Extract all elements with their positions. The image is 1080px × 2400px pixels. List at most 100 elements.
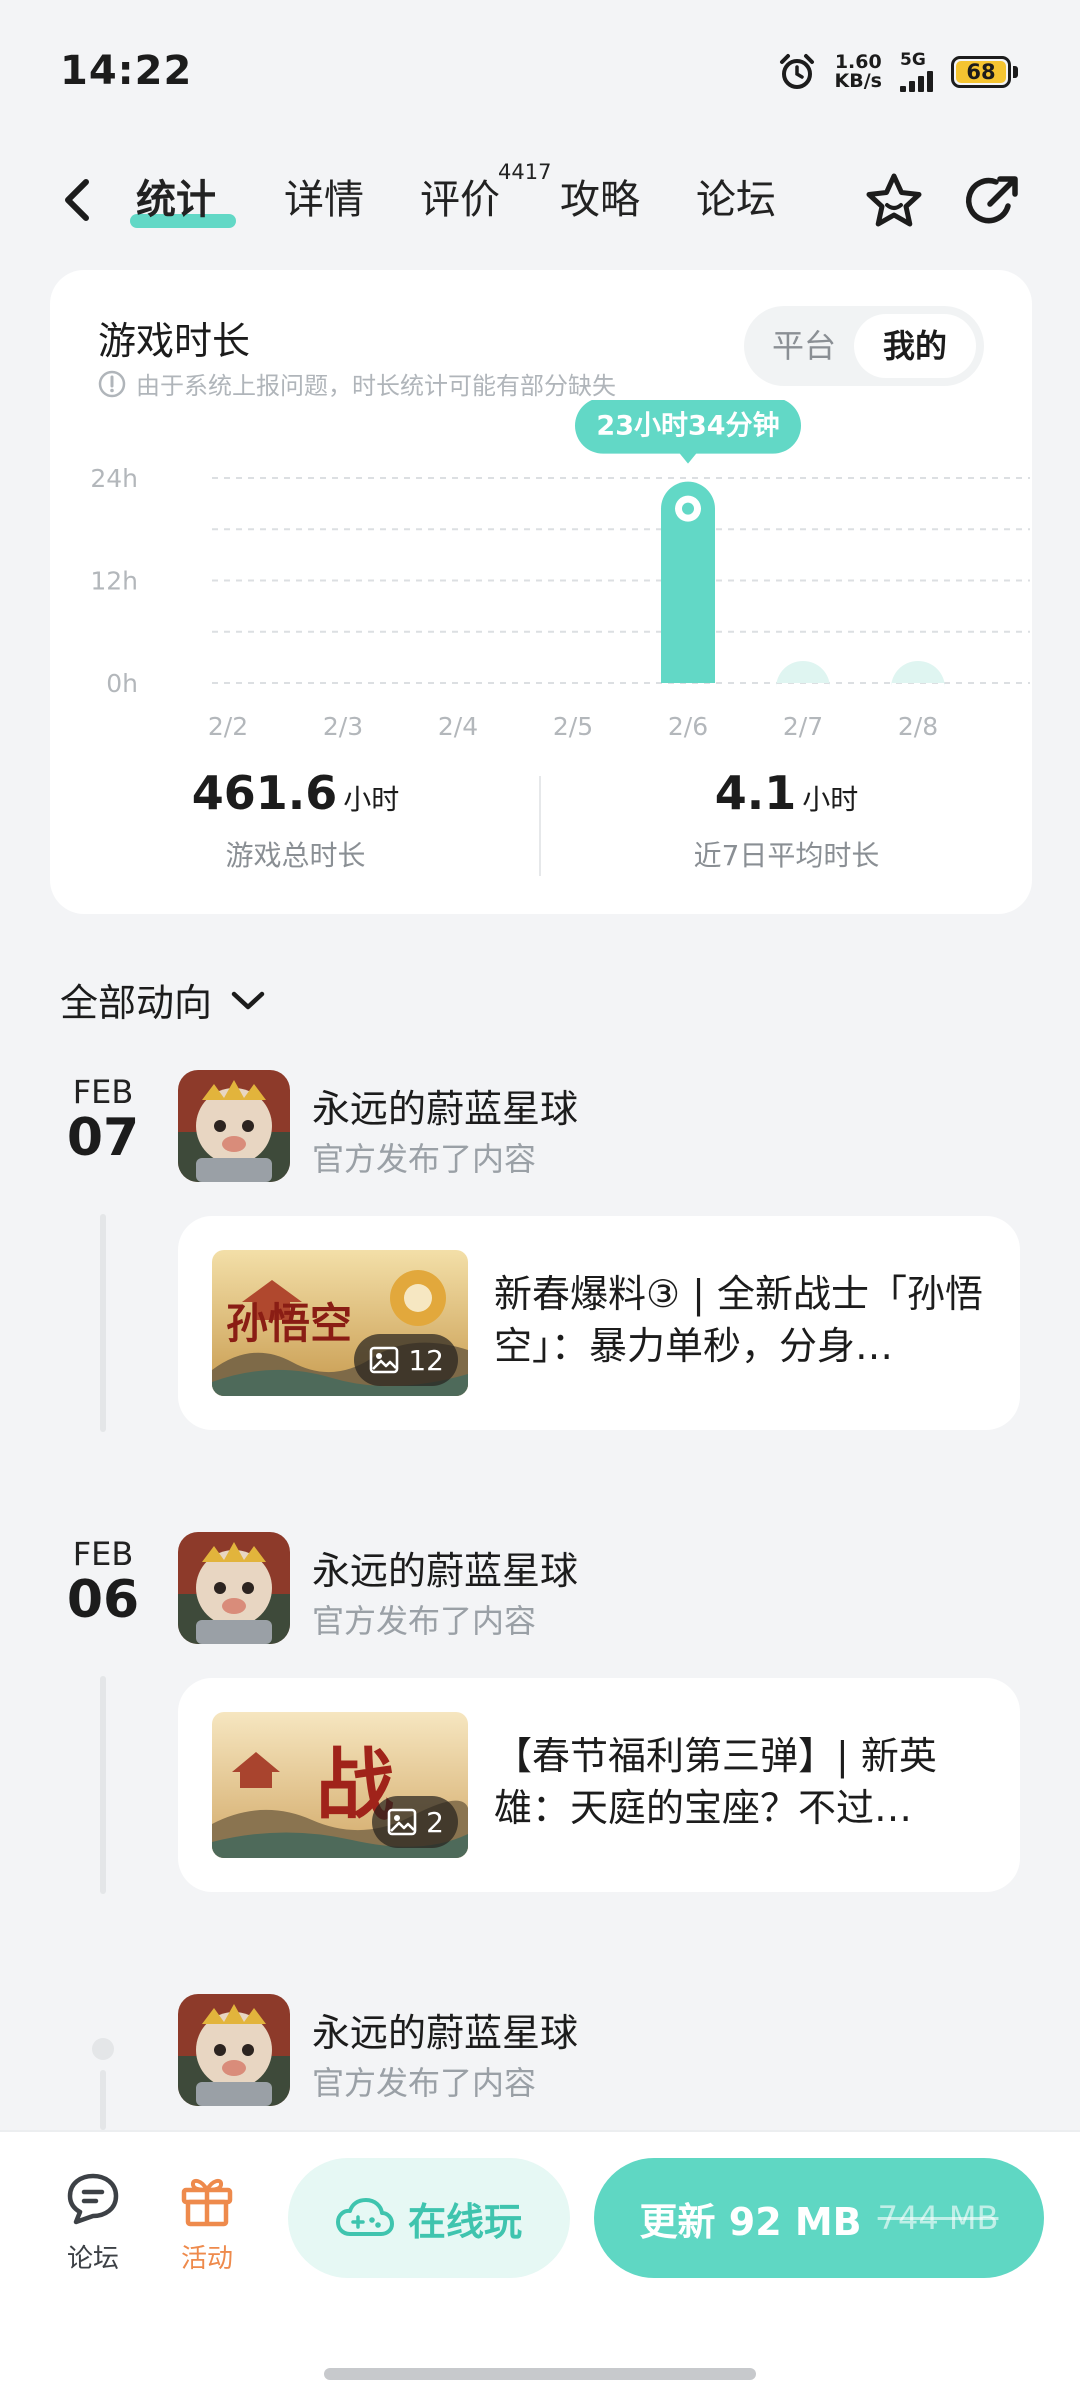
timeline-dot — [92, 2038, 114, 2060]
cloud-gamepad-icon — [335, 2198, 394, 2236]
forum-icon — [67, 2173, 119, 2225]
y-tick-label: 12h — [90, 567, 138, 596]
top-nav: 统计 详情 评价 4417 攻略 论坛 — [0, 150, 1080, 250]
chart-tooltip-text: 23小时34分钟 — [596, 411, 779, 442]
post-title: 【春节福利第三弹】| 新英雄：天庭的宝座？不过… — [494, 1734, 937, 1830]
tab-details[interactable]: 详情 — [284, 172, 364, 228]
net-speed-unit: KB/s — [834, 70, 882, 92]
playtime-note: 由于系统上报问题，时长统计可能有部分缺失 — [98, 366, 616, 401]
post-action: 官方发布了内容 — [312, 1140, 537, 1178]
image-icon — [370, 1346, 399, 1374]
favorite-star-icon[interactable] — [862, 170, 926, 234]
date-month: FEB — [72, 1535, 134, 1573]
x-tick-label: 2/2 — [208, 712, 248, 741]
activity-filter-label: 全部动向 — [60, 981, 213, 1025]
weekly-average-unit: 小时 — [802, 783, 859, 816]
image-icon — [387, 1808, 417, 1836]
x-tick-label: 2/8 — [898, 712, 938, 741]
tab-guides[interactable]: 攻略 — [560, 172, 640, 228]
post-thumbnail: 战 2 — [212, 1712, 468, 1858]
share-icon[interactable] — [960, 170, 1024, 234]
total-playtime-label: 游戏总时长 — [225, 839, 366, 872]
game-name[interactable]: 永远的蔚蓝星球 — [312, 1540, 578, 1595]
post-card[interactable]: 孙悟空 12 新春爆料③ | 全新战士「孙悟空」：暴力单秒，分身… — [178, 1216, 1020, 1430]
tab-reviews[interactable]: 评价 — [420, 172, 500, 228]
net-speed: 1.60 KB/s — [835, 53, 882, 91]
bar-marker-inner — [682, 502, 694, 515]
playtime-summary: 461.6 小时 游戏总时长 4.1 小时 近7日平均时长 — [50, 766, 1032, 886]
status-time: 14:22 — [60, 48, 193, 94]
game-avatar[interactable] — [178, 1994, 290, 2106]
status-icons: 1.60 KB/s 5G 68 — [777, 50, 1018, 94]
post-action: 官方发布了内容 — [312, 2064, 537, 2102]
game-name[interactable]: 永远的蔚蓝星球 — [312, 1078, 578, 1133]
cloud-play-label: 在线玩 — [407, 2199, 522, 2244]
review-count-badge: 4417 — [498, 160, 552, 184]
battery-level: 68 — [956, 61, 1006, 83]
y-tick-label: 24h — [90, 464, 138, 493]
playtime-bar-chart: 24h 12h 0h 2/2 2/3 2/4 2/5 2/6 23小时34分钟 2/7 2/8 — [90, 400, 1030, 741]
image-count-badge: 2 — [372, 1796, 458, 1848]
scope-toggle: 平台 我的 — [744, 306, 984, 386]
x-tick-label: 2/4 — [438, 712, 478, 741]
network-type: 5G — [900, 50, 926, 70]
playtime-title: 游戏时长 — [98, 319, 251, 363]
battery-icon: 68 — [951, 56, 1018, 88]
date-day: 06 — [66, 1570, 140, 1630]
timeline-line — [100, 2070, 106, 2130]
tab-forum[interactable]: 论坛 — [696, 172, 776, 228]
weekly-average-label: 近7日平均时长 — [693, 839, 880, 872]
date-label: FEB 06 — [60, 1536, 146, 1628]
date-label: FEB 07 — [60, 1074, 146, 1166]
chevron-down-icon — [231, 991, 265, 1009]
bottom-action-bar: 论坛 活动 在线玩 更新 92 MB 744 MB — [0, 2130, 1080, 2400]
chart-tooltip-pointer — [679, 452, 697, 464]
scope-mine-option[interactable]: 我的 — [854, 314, 976, 378]
x-tick-label: 2/7 — [783, 712, 823, 741]
update-original-size: 744 MB — [877, 2199, 999, 2237]
date-day: 07 — [66, 1108, 140, 1168]
home-indicator[interactable] — [324, 2368, 756, 2380]
weekly-average: 4.1 小时 近7日平均时长 — [541, 766, 1032, 874]
update-button[interactable]: 更新 92 MB 744 MB — [594, 2158, 1044, 2278]
gift-icon — [181, 2178, 233, 2227]
tab-stats[interactable]: 统计 — [136, 172, 216, 228]
y-tick-label: 0h — [106, 669, 138, 698]
image-count-badge: 12 — [354, 1334, 458, 1386]
post-thumbnail: 孙悟空 12 — [212, 1250, 468, 1396]
activity-button[interactable]: 活动 — [162, 2168, 252, 2275]
cloud-play-button[interactable]: 在线玩 — [288, 2158, 570, 2278]
total-playtime: 461.6 小时 游戏总时长 — [50, 766, 541, 874]
back-icon[interactable] — [54, 170, 104, 230]
status-bar: 14:22 1.60 KB/s 5G 68 — [0, 0, 1080, 140]
x-tick-label: 2/6 — [668, 712, 708, 741]
activity-label: 活动 — [180, 2244, 233, 2274]
image-count: 12 — [408, 1343, 444, 1377]
total-playtime-value: 461.6 — [191, 766, 338, 820]
info-icon — [98, 370, 126, 397]
alarm-icon — [779, 54, 814, 89]
signal-icon: 5G — [900, 52, 933, 92]
x-tick-label: 2/3 — [323, 712, 363, 741]
date-month: FEB — [72, 1073, 134, 1111]
game-avatar[interactable] — [178, 1070, 290, 1182]
forum-button[interactable]: 论坛 — [48, 2168, 138, 2275]
game-name[interactable]: 永远的蔚蓝星球 — [312, 2002, 578, 2057]
activity-filter[interactable]: 全部动向 — [60, 972, 268, 1027]
x-tick-label: 2/5 — [553, 712, 593, 741]
timeline-line — [100, 1676, 106, 1894]
post-title: 新春爆料③ | 全新战士「孙悟空」：暴力单秒，分身… — [494, 1272, 984, 1368]
post-action: 官方发布了内容 — [312, 1602, 537, 1640]
playtime-note-text: 由于系统上报问题，时长统计可能有部分缺失 — [136, 372, 616, 400]
post-card[interactable]: 战 2 【春节福利第三弹】| 新英雄：天庭的宝座？不过… — [178, 1678, 1020, 1892]
timeline-line — [100, 1214, 106, 1432]
image-count: 2 — [426, 1805, 444, 1839]
game-avatar[interactable] — [178, 1532, 290, 1644]
update-label: 更新 92 MB — [639, 2199, 862, 2244]
weekly-average-value: 4.1 — [714, 766, 797, 820]
thumbnail-title: 孙悟空 — [226, 1299, 352, 1348]
forum-label: 论坛 — [66, 2244, 119, 2274]
scope-platform-option[interactable]: 平台 — [758, 314, 850, 378]
playtime-card: 游戏时长 由于系统上报问题，时长统计可能有部分缺失 平台 我的 24h 12h 0h… — [50, 270, 1032, 914]
total-playtime-unit: 小时 — [343, 783, 400, 816]
